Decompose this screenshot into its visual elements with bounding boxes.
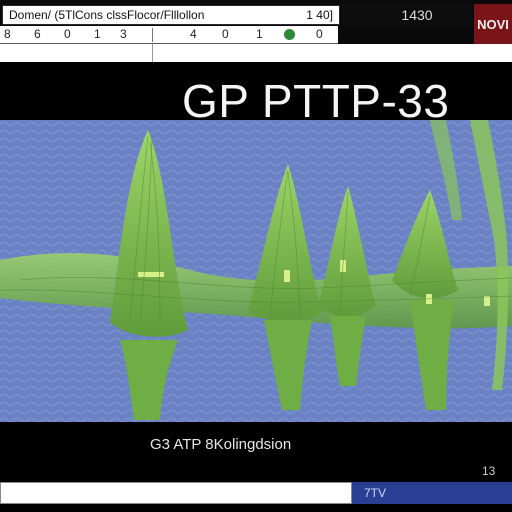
ruler-tick: 4	[190, 27, 197, 41]
address-suffix: 1 40]	[306, 8, 333, 22]
image-viewer[interactable]	[0, 120, 512, 422]
ruler-bar: 8 6 0 1 3 4 0 1 0	[0, 26, 338, 44]
selection-box[interactable]	[0, 44, 153, 62]
image-caption: G3 ATP 8Kolingdsion	[150, 436, 292, 453]
footer-input[interactable]	[0, 482, 352, 504]
green-dot-icon	[284, 29, 295, 40]
footer-button-label: 7TV	[364, 486, 387, 500]
address-text: Domen/ (5TlCons clssFlocor/Flllollon	[9, 8, 205, 22]
badge-label: NOVI	[477, 16, 509, 32]
header-band	[0, 44, 512, 62]
corner-number: 13	[482, 464, 496, 478]
ruler-tick: 0	[222, 27, 229, 41]
value-readout: 1430	[342, 4, 472, 26]
ruler-tick: 1	[256, 27, 263, 41]
readout-value: 1430	[401, 7, 433, 23]
badge-button[interactable]: NOVI	[474, 4, 512, 44]
ruler-tick: 3	[120, 27, 127, 41]
ruler-tick: 8	[4, 27, 11, 41]
footer-button[interactable]: 7TV	[352, 482, 512, 504]
ruler-tick: 6	[34, 27, 41, 41]
ruler-tick: 0	[64, 27, 71, 41]
ruler-tick: 0	[316, 27, 323, 41]
structure-image	[0, 120, 512, 422]
ruler-tick: 1	[94, 27, 101, 41]
address-field[interactable]: Domen/ (5TlCons clssFlocor/Flllollon 1 4…	[2, 5, 340, 25]
bottom-strip	[0, 504, 512, 512]
ruler-divider	[152, 28, 153, 42]
